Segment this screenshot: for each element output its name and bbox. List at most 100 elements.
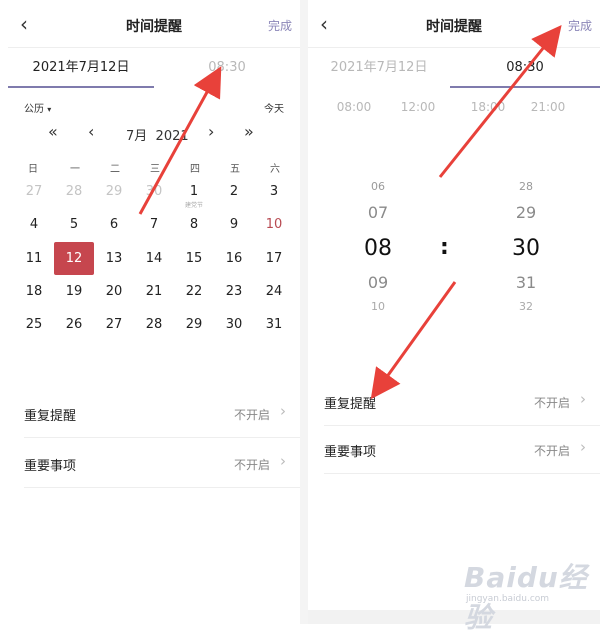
calendar-day[interactable]: 9 [214, 208, 254, 241]
calendar-day[interactable]: 4 [14, 208, 54, 241]
hour-option[interactable]: 10 [348, 300, 408, 313]
tab-date[interactable]: 2021年7月12日 [8, 48, 154, 88]
preset-time[interactable]: 08:00 [324, 100, 384, 114]
repeat-reminder-value: 不开启 [233, 408, 270, 422]
next-year-button[interactable]: » [244, 122, 254, 141]
watermark-url: jingyan.baidu.com [466, 594, 550, 604]
repeat-reminder-row[interactable]: 重复提醒 不开启 › [24, 390, 300, 438]
calendar-day[interactable]: 23 [214, 275, 254, 308]
calendar-day[interactable]: 12 [54, 242, 94, 275]
minute-option[interactable]: 30 [496, 236, 556, 261]
weekday-label: 五 [230, 164, 240, 175]
calendar-day[interactable]: 15 [174, 242, 214, 275]
calendar-mode-label: 公历 [24, 104, 44, 115]
repeat-reminder-row[interactable]: 重复提醒 不开启 › [324, 378, 600, 426]
hour-option[interactable]: 09 [348, 273, 408, 292]
year-label: 2021 [155, 129, 189, 144]
repeat-reminder-label: 重复提醒 [24, 409, 77, 424]
calendar-day[interactable]: 27 [14, 175, 54, 208]
header: ‹ 时间提醒 完成 [308, 0, 600, 48]
chevron-right-icon: › [280, 402, 286, 420]
month-navigation: « ‹ 7月 2021 › » [8, 122, 300, 144]
calendar-day[interactable]: 21 [134, 275, 174, 308]
calendar-day[interactable]: 8 [174, 208, 214, 241]
calendar-day[interactable]: 31 [254, 308, 294, 341]
tab-time[interactable]: 08:30 [154, 48, 300, 88]
weekday-label: 一 [70, 164, 80, 175]
calendar-day[interactable]: 5 [54, 208, 94, 241]
date-time-tabs: 2021年7月12日 08:30 [8, 48, 300, 88]
hour-option[interactable]: 08 [348, 236, 408, 261]
time-separator: : [440, 235, 449, 260]
chevron-right-icon: › [580, 390, 586, 408]
month-year-label: 7月 2021 [126, 125, 189, 144]
chevron-right-icon: › [280, 452, 286, 470]
important-item-value: 不开启 [533, 444, 570, 458]
tab-time[interactable]: 08:30 [450, 48, 600, 88]
month-label: 7月 [126, 129, 148, 144]
weekday-label: 三 [150, 164, 160, 175]
calendar-day[interactable]: 13 [94, 242, 134, 275]
calendar-day[interactable]: 24 [254, 275, 294, 308]
calendar-day[interactable]: 29 [94, 175, 134, 208]
weekday-label: 四 [190, 164, 200, 175]
weekday-label: 日 [28, 164, 38, 175]
important-item-row[interactable]: 重要事项 不开启 › [324, 426, 600, 474]
calendar-day[interactable]: 16 [214, 242, 254, 275]
calendar-day[interactable]: 11 [14, 242, 54, 275]
calendar-day[interactable]: 3 [254, 175, 294, 208]
calendar-day[interactable]: 22 [174, 275, 214, 308]
calendar-day[interactable]: 17 [254, 242, 294, 275]
repeat-reminder-label: 重复提醒 [324, 397, 377, 412]
repeat-reminder-value: 不开启 [533, 396, 570, 410]
tab-indicator [8, 86, 154, 88]
calendar-day[interactable]: 29 [174, 308, 214, 341]
preset-time[interactable]: 12:00 [388, 100, 448, 114]
minute-option[interactable]: 31 [496, 273, 556, 292]
calendar-day[interactable]: 28 [54, 175, 94, 208]
calendar-day[interactable]: 14 [134, 242, 174, 275]
calendar-day[interactable]: 19 [54, 275, 94, 308]
watermark: Baidu经验 jingyan.baidu.com [458, 556, 598, 634]
important-item-label: 重要事项 [324, 445, 377, 460]
important-item-value: 不开启 [233, 458, 270, 472]
calendar-day[interactable]: 6 [94, 208, 134, 241]
calendar-day[interactable]: 30 [134, 175, 174, 208]
caret-down-icon: ▾ [47, 105, 52, 114]
panel-divider [300, 0, 308, 624]
calendar-day[interactable]: 25 [14, 308, 54, 341]
hour-option[interactable]: 07 [348, 203, 408, 222]
calendar-mode-dropdown[interactable]: 公历 ▾ [24, 100, 51, 115]
calendar-day[interactable]: 20 [94, 275, 134, 308]
today-button[interactable]: 今天 [264, 100, 284, 115]
prev-month-button[interactable]: ‹ [88, 122, 94, 141]
minute-option[interactable]: 29 [496, 203, 556, 222]
minute-option[interactable]: 32 [496, 300, 556, 313]
calendar-day[interactable]: 18 [14, 275, 54, 308]
preset-time[interactable]: 21:00 [518, 100, 578, 114]
right-screen: ‹ 时间提醒 完成 2021年7月12日 08:30 08:00 12:00 1… [308, 0, 600, 624]
header: ‹ 时间提醒 完成 [8, 0, 300, 48]
weekday-label: 二 [110, 164, 120, 175]
calendar-day[interactable]: 26 [54, 308, 94, 341]
tab-indicator [450, 86, 600, 88]
next-month-button[interactable]: › [208, 122, 214, 141]
done-button[interactable]: 完成 [268, 17, 292, 34]
preset-time[interactable]: 18:00 [458, 100, 518, 114]
hour-option[interactable]: 06 [348, 180, 408, 193]
weekday-label: 六 [270, 164, 280, 175]
calendar-day[interactable]: 27 [94, 308, 134, 341]
important-item-row[interactable]: 重要事项 不开启 › [24, 440, 300, 488]
done-button[interactable]: 完成 [568, 17, 592, 34]
page-title: 时间提醒 [426, 19, 482, 35]
prev-year-button[interactable]: « [48, 122, 58, 141]
date-time-tabs: 2021年7月12日 08:30 [308, 48, 600, 88]
minute-option[interactable]: 28 [496, 180, 556, 193]
calendar-day[interactable]: 7 [134, 208, 174, 241]
calendar-day[interactable]: 30 [214, 308, 254, 341]
tab-date[interactable]: 2021年7月12日 [308, 48, 450, 88]
calendar-day[interactable]: 10 [254, 208, 294, 241]
chevron-right-icon: › [580, 438, 586, 456]
calendar-day[interactable]: 2 [214, 175, 254, 208]
calendar-day[interactable]: 28 [134, 308, 174, 341]
